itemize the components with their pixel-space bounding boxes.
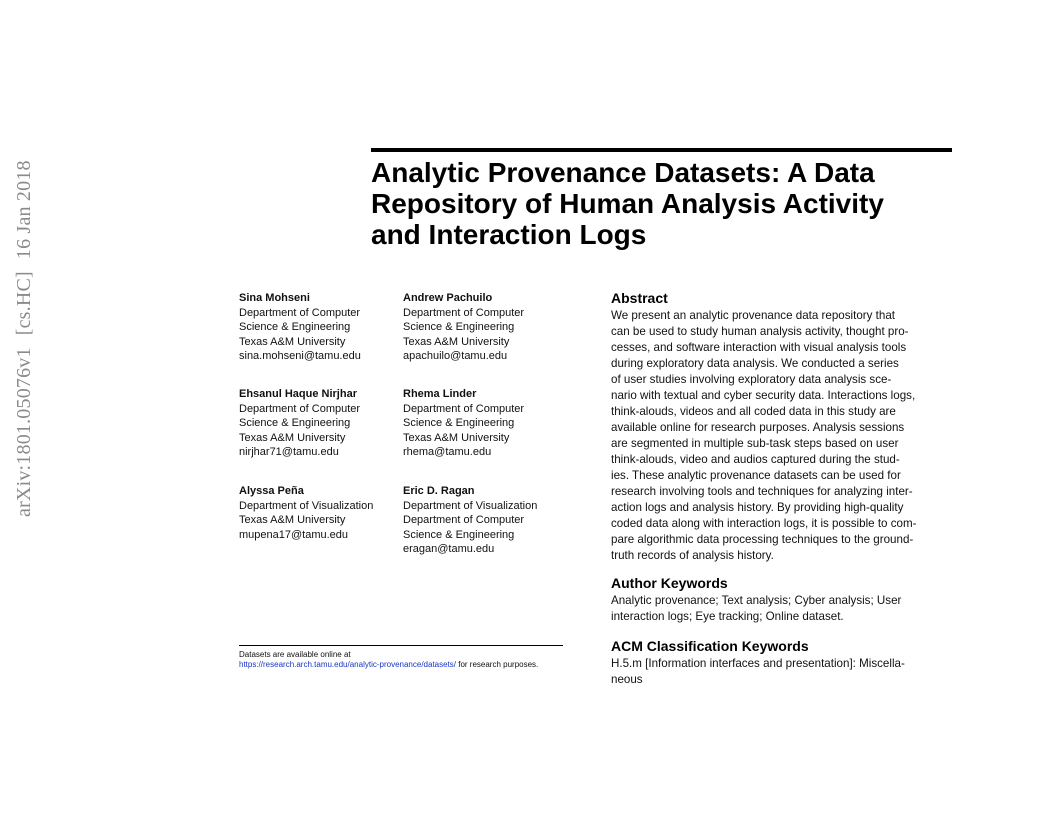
author-block: Eric D. Ragan Department of Visualizatio…	[403, 484, 537, 557]
abstract-line: think-alouds, video and audios captured …	[611, 453, 900, 466]
abstract-line: available online for research purposes. …	[611, 421, 905, 434]
title-line: Analytic Provenance Datasets: A Data	[371, 157, 875, 188]
author-email: nirjhar71@tamu.edu	[239, 446, 339, 459]
keywords-line: Analytic provenance; Text analysis; Cybe…	[611, 594, 902, 607]
acm-keywords-body: H.5.m [Information interfaces and presen…	[611, 656, 941, 688]
author-email: sina.mohseni@tamu.edu	[239, 350, 361, 363]
abstract-line: cesses, and software interaction with vi…	[611, 341, 907, 354]
title-line: Repository of Human Analysis Activity	[371, 188, 884, 219]
author-name: Andrew Pachuilo	[403, 292, 493, 304]
author-affiliation-line: Texas A&M University	[239, 335, 346, 348]
arxiv-category: [cs.HC]	[13, 271, 35, 336]
author-block: Ehsanul Haque Nirjhar Department of Comp…	[239, 387, 360, 460]
abstract-line: pare algorithmic data processing techniq…	[611, 533, 914, 546]
abstract-line: are segmented in multiple sub-task steps…	[611, 437, 899, 450]
title-rule	[371, 148, 952, 152]
author-email: apachuilo@tamu.edu	[403, 350, 508, 363]
footnote-text: Datasets are available online at	[239, 650, 351, 659]
author-affiliation-line: Texas A&M University	[403, 431, 510, 444]
author-block: Andrew Pachuilo Department of Computer S…	[403, 291, 524, 364]
author-affiliation-line: Department of Computer	[239, 306, 361, 319]
author-block: Alyssa Peña Department of Visualization …	[239, 484, 373, 542]
abstract-line: think-alouds, videos and all coded data …	[611, 405, 896, 418]
author-affiliation-line: Science & Engineering	[403, 528, 515, 541]
arxiv-stamp: arXiv:1801.05076v1 [cs.HC] 16 Jan 2018	[13, 148, 36, 517]
arxiv-id: arXiv:1801.05076v1	[13, 347, 35, 517]
author-affiliation-line: Texas A&M University	[239, 431, 346, 444]
acm-line: neous	[611, 673, 643, 686]
author-name: Sina Mohseni	[239, 292, 310, 304]
author-keywords-heading: Author Keywords	[611, 575, 728, 591]
paper-title: Analytic Provenance Datasets: A Data Rep…	[371, 157, 961, 250]
abstract-line: truth records of analysis history.	[611, 549, 774, 562]
acm-keywords-heading: ACM Classification Keywords	[611, 638, 809, 654]
dataset-link[interactable]: https://research.arch.tamu.edu/analytic-…	[239, 660, 456, 669]
abstract-line: coded data along with interaction logs, …	[611, 517, 917, 530]
abstract-body: We present an analytic provenance data r…	[611, 308, 941, 564]
abstract-line: We present an analytic provenance data r…	[611, 309, 896, 322]
author-affiliation-line: Department of Computer	[403, 514, 525, 527]
author-email: rhema@tamu.edu	[403, 446, 492, 459]
arxiv-date: 16 Jan 2018	[13, 160, 35, 260]
author-block: Rhema Linder Department of Computer Scie…	[403, 387, 524, 460]
abstract-heading: Abstract	[611, 290, 668, 306]
author-block: Sina Mohseni Department of Computer Scie…	[239, 291, 361, 364]
footnote-suffix: for research purposes.	[456, 660, 539, 669]
keywords-line: interaction logs; Eye tracking; Online d…	[611, 610, 844, 623]
footnote-rule	[239, 645, 563, 646]
author-affiliation-line: Department of Computer	[403, 402, 525, 415]
author-name: Alyssa Peña	[239, 485, 304, 497]
abstract-line: ies. These analytic provenance datasets …	[611, 469, 901, 482]
author-affiliation-line: Department of Computer	[403, 306, 525, 319]
abstract-line: of user studies involving exploratory da…	[611, 373, 892, 386]
author-affiliation-line: Texas A&M University	[403, 335, 510, 348]
author-name: Eric D. Ragan	[403, 485, 475, 497]
abstract-line: research involving tools and techniques …	[611, 485, 913, 498]
author-affiliation-line: Texas A&M University	[239, 514, 346, 527]
title-line: and Interaction Logs	[371, 219, 647, 250]
author-keywords-body: Analytic provenance; Text analysis; Cybe…	[611, 593, 941, 625]
author-affiliation-line: Department of Visualization	[403, 499, 538, 512]
author-affiliation-line: Department of Computer	[239, 402, 361, 415]
author-affiliation-line: Science & Engineering	[403, 417, 515, 430]
author-affiliation-line: Science & Engineering	[239, 321, 351, 334]
acm-line: H.5.m [Information interfaces and presen…	[611, 657, 905, 670]
abstract-line: during exploratory data analysis. We con…	[611, 357, 899, 370]
author-name: Ehsanul Haque Nirjhar	[239, 388, 357, 400]
abstract-line: action logs and analysis history. By pro…	[611, 501, 904, 514]
author-affiliation-line: Science & Engineering	[239, 417, 351, 430]
abstract-line: nario with textual and cyber security da…	[611, 389, 916, 402]
author-affiliation-line: Science & Engineering	[403, 321, 515, 334]
author-affiliation-line: Department of Visualization	[239, 499, 374, 512]
author-email: eragan@tamu.edu	[403, 543, 495, 556]
footnote: Datasets are available online at https:/…	[239, 650, 538, 670]
author-email: mupena17@tamu.edu	[239, 528, 349, 541]
author-name: Rhema Linder	[403, 388, 477, 400]
abstract-line: can be used to study human analysis acti…	[611, 325, 909, 338]
